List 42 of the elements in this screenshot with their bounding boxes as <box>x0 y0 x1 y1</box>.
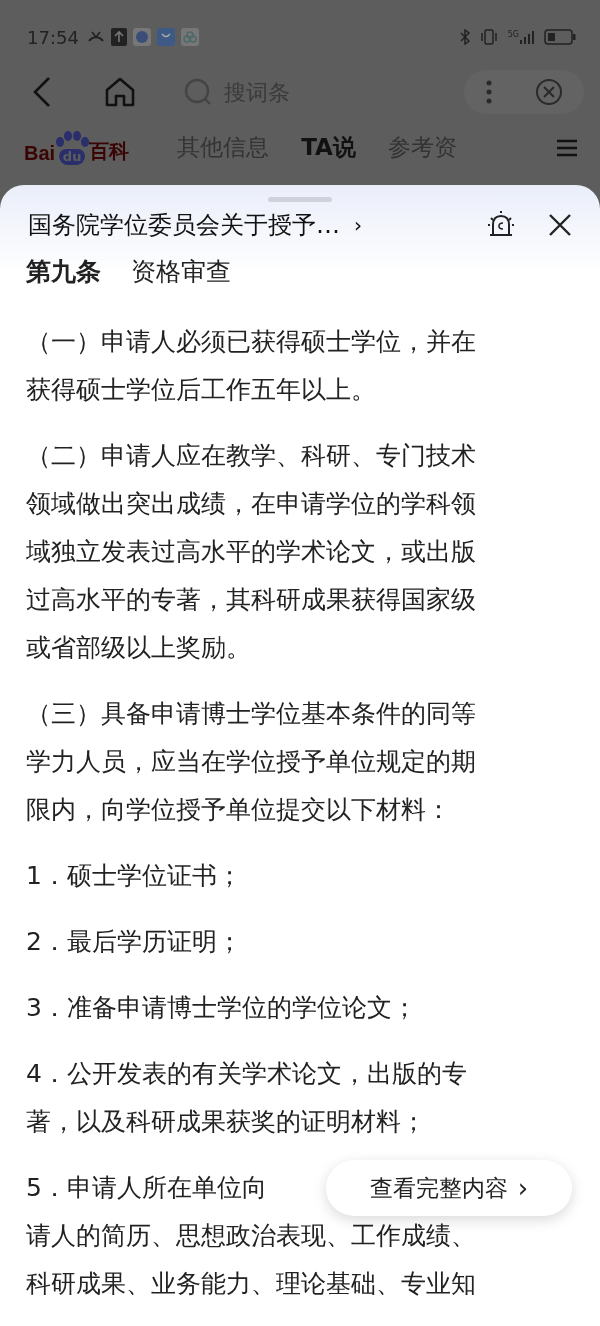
paragraph: 2．最后学历证明； <box>26 926 243 958</box>
battery-icon <box>544 29 576 45</box>
back-icon <box>32 76 52 108</box>
more-button[interactable] <box>485 80 492 104</box>
close-icon <box>534 78 563 106</box>
view-full-button[interactable]: 查看完整内容 › <box>326 1160 572 1216</box>
home-icon <box>104 76 136 108</box>
paragraph: （二）申请人应在教学、科研、专门技术 领域做出突出成绩，在申请学位的学科领 域独立发表过高水平的学术论文，或出版 过高水平的专著，其科研成果获得国家级 或省部级以上奖励。 <box>26 440 477 664</box>
bluetooth-icon <box>459 29 470 45</box>
text-line: 请人的简历、思想政治表现、工作成绩、 <box>26 1220 476 1252</box>
text-line: 科研成果、业务能力、理论基础、专业知 <box>26 1268 476 1300</box>
menu-icon <box>556 138 578 157</box>
tab[interactable]: TA说 <box>301 132 356 163</box>
search-icon <box>184 78 212 106</box>
logo-text: Bai <box>24 141 56 165</box>
network-type: 5G <box>507 30 519 39</box>
paragraph: 1．硕士学位证书； <box>26 860 243 892</box>
text-line: 5．申请人所在单位向 <box>26 1172 267 1204</box>
close-button[interactable] <box>548 213 572 238</box>
more-icon <box>485 80 492 104</box>
drag-handle[interactable] <box>268 197 332 203</box>
paragraph: （三）具备申请博士学位基本条件的同等 学力人员，应当在学位授予单位规定的期 限内，向学位授予单位提交以下材料： <box>26 698 477 826</box>
back-button[interactable] <box>32 76 52 108</box>
paragraph: 3．准备申请博士学位的学位论文； <box>26 992 418 1024</box>
document-title-link[interactable]: 国务院学位委员会关于授予… › <box>28 209 362 242</box>
bag-icon <box>156 28 175 46</box>
logo-text: 百科 <box>89 138 130 164</box>
vibrate-icon <box>479 29 498 45</box>
close-icon <box>548 213 572 238</box>
paragraph: 4．公开发表的有关学术论文，出版的专 著，以及科研成果获奖的证明材料； <box>26 1058 468 1138</box>
article-title: 资格审查 <box>131 256 231 288</box>
signal-icon <box>520 30 534 44</box>
cloud-icon <box>180 28 199 46</box>
upload-icon <box>110 28 127 46</box>
article-number: 第九条 <box>26 256 101 288</box>
home-button[interactable] <box>104 76 136 108</box>
menu-button[interactable] <box>556 138 578 157</box>
missed-call-icon <box>86 30 105 44</box>
clock-time: 17:54 <box>27 26 79 48</box>
app-icon <box>132 28 151 46</box>
paragraph: （一）申请人必须已获得硕士学位，并在 获得硕士学位后工作五年以上。 <box>26 326 477 406</box>
paw-icon <box>55 130 90 149</box>
